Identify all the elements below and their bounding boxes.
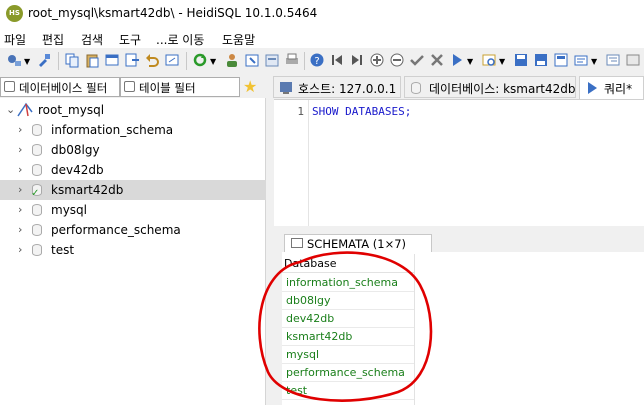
tab-host[interactable]: 호스트: 127.0.0.1 <box>273 76 401 98</box>
dropdown-arrow-icon[interactable]: ▼ <box>24 57 30 66</box>
table-row[interactable]: ksmart42db <box>282 327 414 346</box>
copy-icon[interactable] <box>64 52 80 68</box>
chevron-right-icon[interactable]: › <box>18 243 22 256</box>
grid-icon <box>291 238 303 248</box>
database-icon <box>32 144 42 156</box>
menu-bar: 파일 편집 검색 도구 ...로 이동 도움말 <box>0 28 644 48</box>
column-header-database[interactable]: Database <box>282 254 414 273</box>
menu-goto[interactable]: ...로 이동 <box>156 31 204 48</box>
save-icon[interactable] <box>513 52 529 68</box>
table-row[interactable]: performance_schema <box>282 363 414 382</box>
tree-item-mysql[interactable]: › mysql <box>0 200 266 220</box>
explain-icon[interactable] <box>481 52 497 68</box>
chevron-right-icon[interactable]: › <box>18 203 22 216</box>
sql-code[interactable]: SHOW DATABASES; <box>312 105 411 118</box>
result-grid: Database information_schema db08lgy dev4… <box>282 252 644 405</box>
save-snippet-icon[interactable] <box>553 52 569 68</box>
database-icon <box>411 82 421 94</box>
menu-edit[interactable]: 편집 <box>42 31 64 48</box>
table-row[interactable]: db08lgy <box>282 291 414 310</box>
post-check-icon[interactable] <box>409 52 425 68</box>
table-row[interactable]: dev42db <box>282 309 414 328</box>
result-tabs: SCHEMATA (1×7) <box>274 228 644 253</box>
server-icon <box>17 102 33 117</box>
database-tree: ⌄ root_mysql › information_schema › db08… <box>0 98 266 405</box>
database-icon <box>32 124 42 136</box>
table-row[interactable]: test <box>282 381 414 400</box>
table-filter-icon <box>124 81 135 92</box>
cancel-x-icon[interactable] <box>429 52 445 68</box>
maintenance-icon[interactable] <box>244 52 260 68</box>
query-settings-icon[interactable] <box>573 52 589 68</box>
window-title: root_mysql\ksmart42db\ - HeidiSQL 10.1.0… <box>28 6 318 20</box>
table-filter-input[interactable]: 테이블 필터 <box>120 77 240 97</box>
tab-database[interactable]: 데이터베이스: ksmart42db <box>404 76 576 98</box>
export-icon[interactable] <box>124 52 140 68</box>
last-record-icon[interactable] <box>349 52 365 68</box>
tree-item-db08lgy[interactable]: › db08lgy <box>0 140 266 160</box>
tab-result-schemata[interactable]: SCHEMATA (1×7) <box>284 234 432 253</box>
help-icon[interactable]: ? <box>309 52 325 68</box>
load-sql-icon[interactable] <box>264 52 280 68</box>
filter-icon <box>4 81 15 92</box>
favorites-star-icon[interactable]: ★ <box>243 77 257 96</box>
tree-item-information-schema[interactable]: › information_schema <box>0 120 266 140</box>
print-icon[interactable] <box>284 52 300 68</box>
session-manager-icon[interactable] <box>6 52 22 68</box>
sql-editor[interactable]: 1 SHOW DATABASES; <box>274 99 644 226</box>
save-as-icon[interactable] <box>533 52 549 68</box>
menu-search[interactable]: 검색 <box>81 31 103 48</box>
database-icon <box>32 244 42 256</box>
database-icon <box>32 164 42 176</box>
chevron-right-icon[interactable]: › <box>18 163 22 176</box>
database-icon <box>32 204 42 216</box>
refresh-icon[interactable] <box>192 52 208 68</box>
dropdown-arrow-icon[interactable]: ▼ <box>210 57 216 66</box>
undo-icon[interactable] <box>144 52 160 68</box>
chevron-down-icon[interactable]: ⌄ <box>6 103 15 116</box>
tree-root-node[interactable]: ⌄ root_mysql <box>0 100 266 120</box>
tree-item-dev42db[interactable]: › dev42db <box>0 160 266 180</box>
chevron-right-icon[interactable]: › <box>18 223 22 236</box>
tree-item-performance-schema[interactable]: › performance_schema <box>0 220 266 240</box>
dropdown-arrow-icon[interactable]: ▼ <box>467 57 473 66</box>
svg-text:?: ? <box>314 56 319 67</box>
menu-file[interactable]: 파일 <box>4 31 26 48</box>
menu-help[interactable]: 도움말 <box>222 31 255 48</box>
connect-plug-icon[interactable] <box>36 52 52 68</box>
dropdown-arrow-icon[interactable]: ▼ <box>591 57 597 66</box>
checkmark-icon: ✓ <box>31 188 40 199</box>
user-manager-icon[interactable] <box>224 52 240 68</box>
main-tabs: 호스트: 127.0.0.1 데이터베이스: ksmart42db 쿼리* <box>273 76 644 99</box>
database-filter-input[interactable]: 데이터베이스 필터 <box>0 77 120 97</box>
line-number: 1 <box>297 105 304 118</box>
new-window-icon[interactable] <box>104 52 120 68</box>
main-toolbar: ▼ ▼ ? ▼ ▼ ▼ <box>0 48 644 74</box>
insert-record-icon[interactable] <box>369 52 385 68</box>
dropdown-arrow-icon[interactable]: ▼ <box>499 57 505 66</box>
more-tools-icon[interactable] <box>625 52 641 68</box>
menu-tools[interactable]: 도구 <box>119 31 141 48</box>
column-divider <box>414 254 415 405</box>
host-icon <box>280 82 292 94</box>
delete-record-icon[interactable] <box>389 52 405 68</box>
play-icon <box>588 82 597 94</box>
line-gutter: 1 <box>274 100 309 226</box>
paste-icon[interactable] <box>84 52 100 68</box>
database-icon <box>32 224 42 236</box>
chevron-right-icon[interactable]: › <box>18 183 22 196</box>
title-bar: HS root_mysql\ksmart42db\ - HeidiSQL 10.… <box>0 0 644 28</box>
heidisql-app-icon: HS <box>6 5 23 22</box>
tab-query[interactable]: 쿼리* <box>579 76 644 99</box>
chevron-right-icon[interactable]: › <box>18 123 22 136</box>
find-icon[interactable] <box>164 52 180 68</box>
table-row[interactable]: information_schema <box>282 273 414 292</box>
format-sql-icon[interactable] <box>605 52 621 68</box>
table-row[interactable]: mysql <box>282 345 414 364</box>
first-record-icon[interactable] <box>329 52 345 68</box>
run-query-icon[interactable] <box>449 52 465 68</box>
tree-item-ksmart42db[interactable]: › ✓ ksmart42db <box>0 180 266 200</box>
chevron-right-icon[interactable]: › <box>18 143 22 156</box>
tree-item-test[interactable]: › test <box>0 240 266 260</box>
